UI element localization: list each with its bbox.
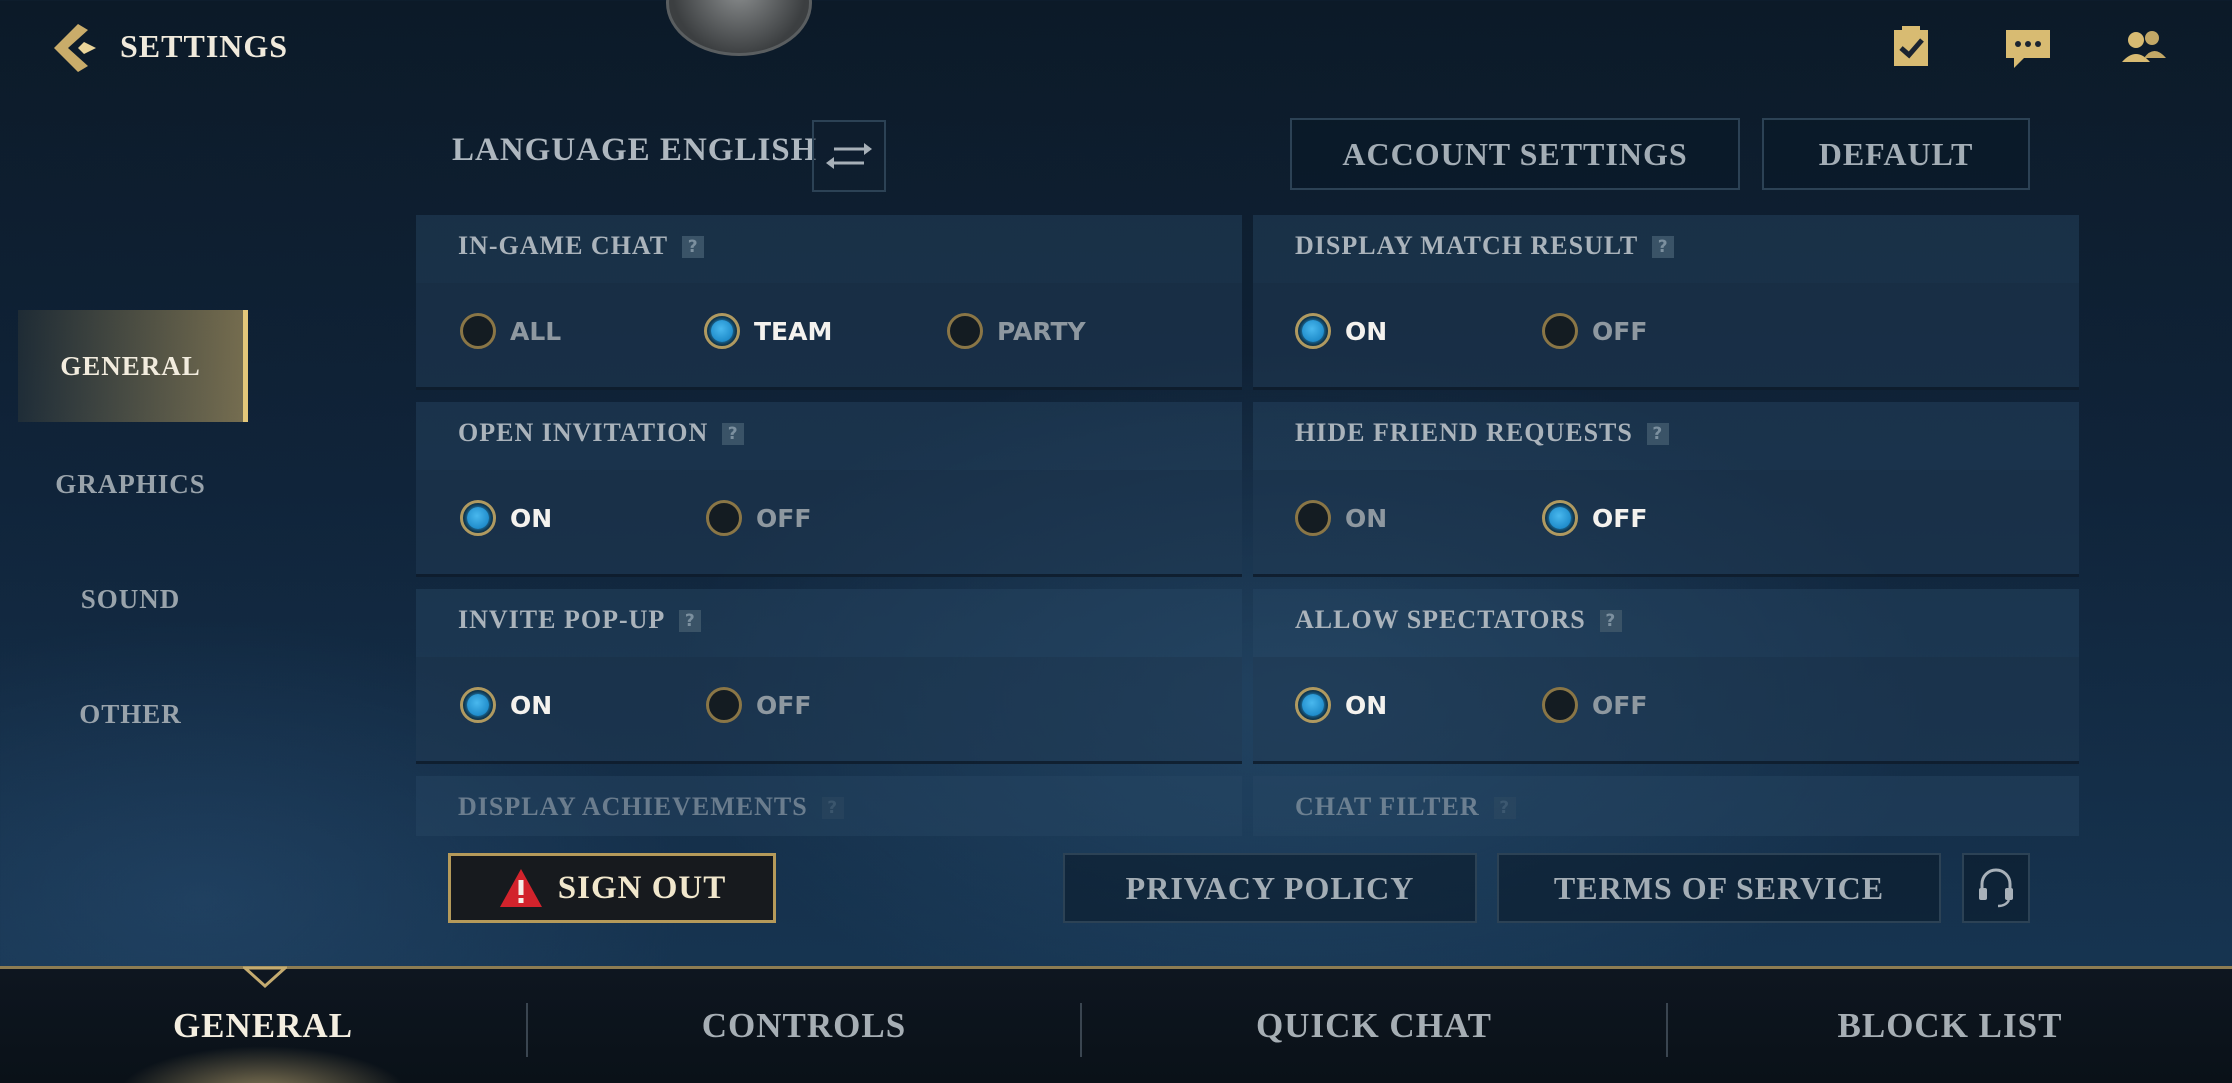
- tab-controls[interactable]: CONTROLS: [528, 969, 1080, 1083]
- sidebar-item-general[interactable]: GENERAL: [18, 310, 248, 422]
- help-icon[interactable]: ?: [1599, 610, 1622, 632]
- help-icon[interactable]: ?: [1652, 236, 1675, 258]
- radio-on[interactable]: ON: [1295, 500, 1387, 536]
- radio-party[interactable]: PARTY: [947, 313, 1086, 349]
- radio-on[interactable]: ON: [460, 500, 552, 536]
- display-achievements-panel: DISPLAY ACHIEVEMENTS?: [416, 776, 1242, 836]
- tab-block-list[interactable]: BLOCK LIST: [1668, 969, 2232, 1083]
- radio-off[interactable]: OFF: [1542, 687, 1647, 723]
- language-label: LANGUAGE ENGLISH: [452, 132, 818, 168]
- back-button[interactable]: [48, 20, 104, 76]
- sign-out-button[interactable]: SIGN OUT: [448, 853, 776, 923]
- invite-popup-title: INVITE POP-UP?: [458, 605, 702, 635]
- display-match-result-panel: DISPLAY MATCH RESULT? ON OFF: [1253, 215, 2079, 390]
- open-invitation-title: OPEN INVITATION?: [458, 418, 745, 448]
- avatar[interactable]: [666, 0, 812, 56]
- open-invitation-panel: OPEN INVITATION? ON OFF: [416, 402, 1242, 577]
- radio-off[interactable]: OFF: [706, 687, 811, 723]
- invite-popup-panel: INVITE POP-UP? ON OFF: [416, 589, 1242, 764]
- tab-general[interactable]: GENERAL: [0, 969, 526, 1083]
- swap-icon: [826, 143, 872, 169]
- missions-icon[interactable]: [1886, 22, 1938, 74]
- radio-team[interactable]: TEAM: [704, 313, 832, 349]
- page-title: SETTINGS: [120, 28, 289, 64]
- hide-friend-requests-panel: HIDE FRIEND REQUESTS? ON OFF: [1253, 402, 2079, 577]
- hide-friend-requests-title: HIDE FRIEND REQUESTS?: [1295, 418, 1669, 448]
- radio-off[interactable]: OFF: [706, 500, 811, 536]
- tab-quick-chat[interactable]: QUICK CHAT: [1082, 969, 1666, 1083]
- help-icon[interactable]: ?: [722, 423, 745, 445]
- radio-off[interactable]: OFF: [1542, 313, 1647, 349]
- chat-filter-title: CHAT FILTER?: [1295, 792, 1516, 822]
- radio-on[interactable]: ON: [1295, 687, 1387, 723]
- warning-icon: [499, 869, 542, 907]
- support-button[interactable]: [1962, 853, 2030, 923]
- sign-out-label: SIGN OUT: [557, 869, 727, 906]
- help-icon[interactable]: ?: [679, 610, 702, 632]
- help-icon[interactable]: ?: [821, 797, 844, 819]
- language-switch-button[interactable]: [812, 120, 886, 192]
- privacy-policy-button[interactable]: PRIVACY POLICY: [1063, 853, 1477, 923]
- headset-icon: [1979, 868, 2013, 908]
- help-icon[interactable]: ?: [682, 236, 705, 258]
- allow-spectators-title: ALLOW SPECTATORS?: [1295, 605, 1622, 635]
- radio-all[interactable]: ALL: [460, 313, 561, 349]
- sidebar-item-graphics[interactable]: GRAPHICS: [18, 428, 243, 540]
- help-icon[interactable]: ?: [1493, 797, 1516, 819]
- radio-off[interactable]: OFF: [1542, 500, 1647, 536]
- back-arrow-icon: [54, 24, 96, 72]
- terms-of-service-button[interactable]: TERMS OF SERVICE: [1497, 853, 1941, 923]
- allow-spectators-panel: ALLOW SPECTATORS? ON OFF: [1253, 589, 2079, 764]
- sidebar-item-other[interactable]: OTHER: [18, 658, 243, 770]
- account-settings-button[interactable]: ACCOUNT SETTINGS: [1290, 118, 1740, 190]
- bottom-tab-bar: GENERAL CONTROLS QUICK CHAT BLOCK LIST: [0, 966, 2232, 1083]
- radio-on[interactable]: ON: [1295, 313, 1387, 349]
- in-game-chat-panel: IN-GAME CHAT? ALL TEAM PARTY: [416, 215, 1242, 390]
- chat-icon[interactable]: [2002, 22, 2054, 74]
- default-button[interactable]: DEFAULT: [1762, 118, 2030, 190]
- in-game-chat-title: IN-GAME CHAT?: [458, 231, 705, 261]
- chat-filter-panel: CHAT FILTER?: [1253, 776, 2079, 836]
- display-achievements-title: DISPLAY ACHIEVEMENTS?: [458, 792, 844, 822]
- help-icon[interactable]: ?: [1646, 423, 1669, 445]
- radio-on[interactable]: ON: [460, 687, 552, 723]
- sidebar-item-sound[interactable]: SOUND: [18, 543, 243, 655]
- display-match-result-title: DISPLAY MATCH RESULT?: [1295, 231, 1675, 261]
- friends-icon[interactable]: [2118, 22, 2170, 74]
